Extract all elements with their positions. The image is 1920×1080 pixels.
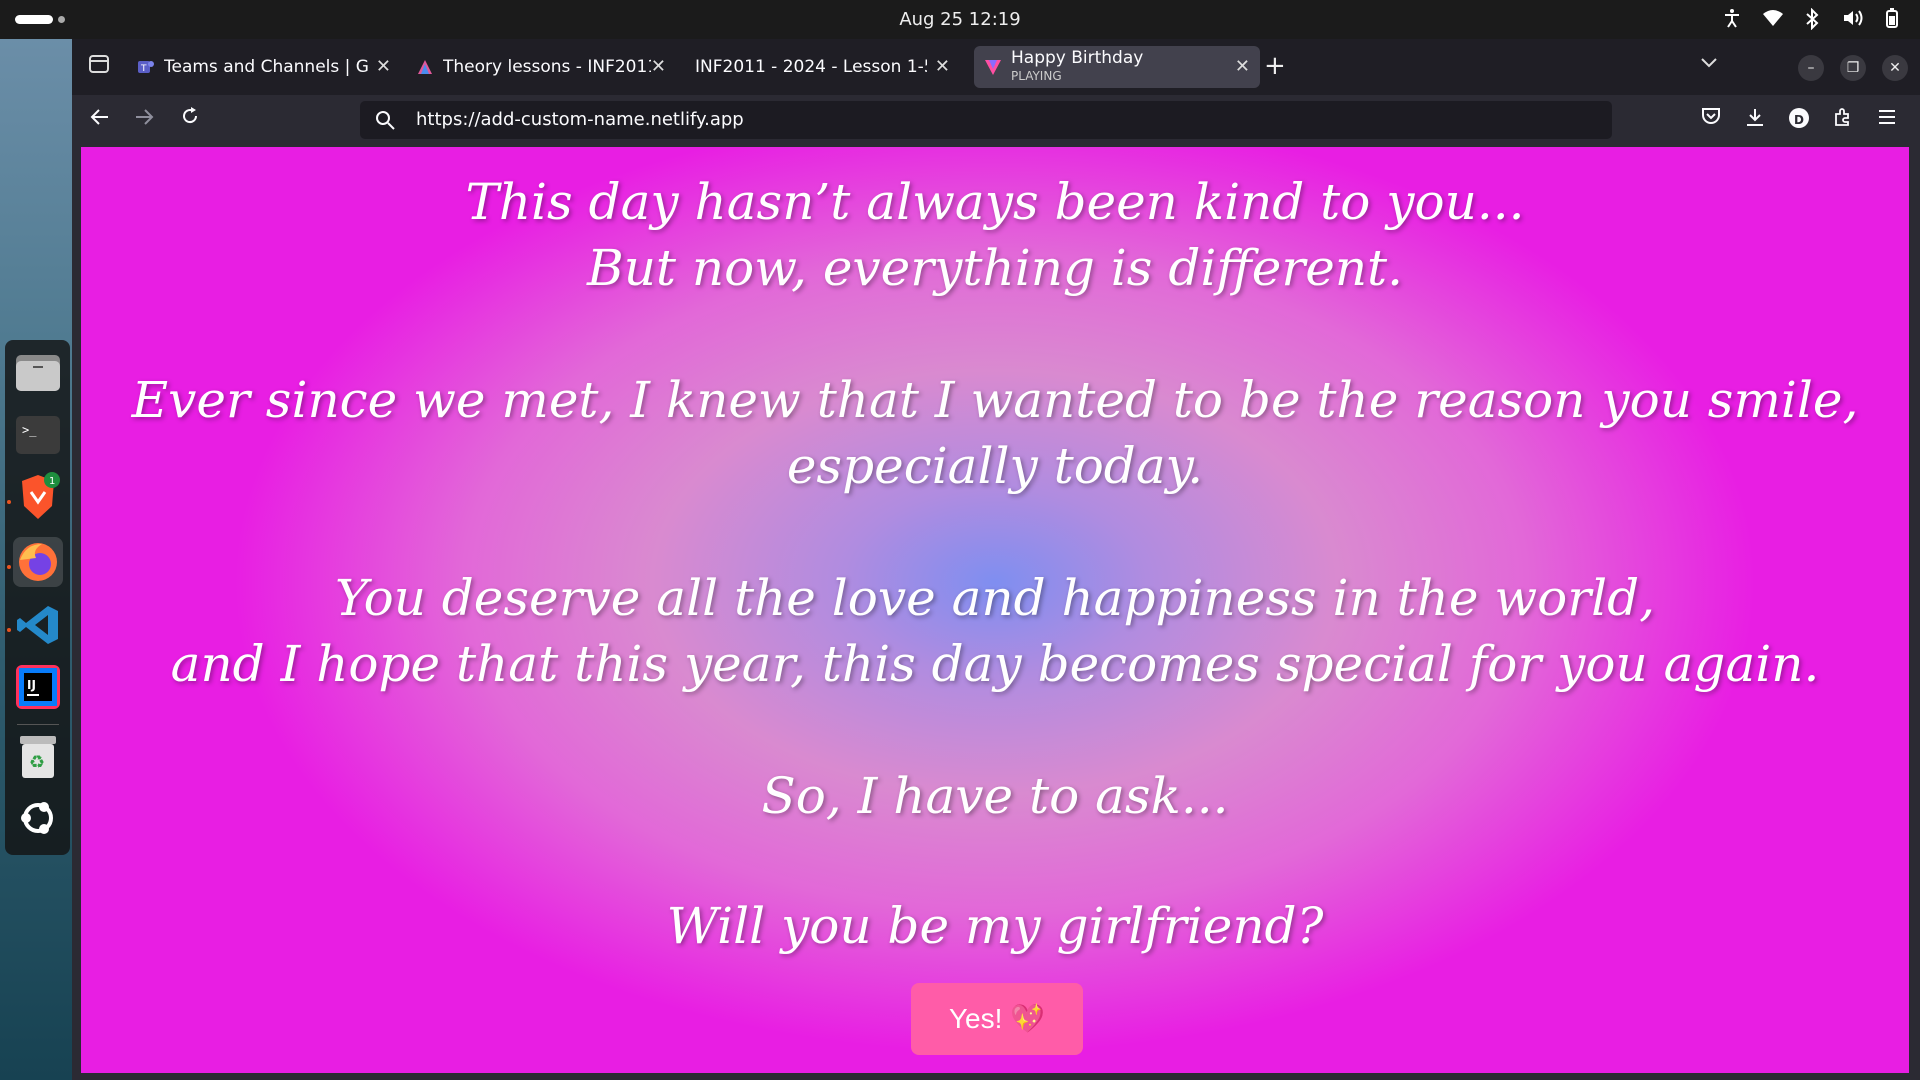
list-all-tabs-button[interactable]	[1700, 53, 1718, 74]
dock-terminal[interactable]: >_	[13, 410, 63, 460]
url-text[interactable]: https://add-custom-name.netlify.app	[416, 109, 744, 130]
avatar-initial: D	[1794, 113, 1804, 127]
message-line: You deserve all the love and happiness i…	[334, 569, 1656, 627]
birthday-icon	[985, 60, 1001, 75]
downloads-button[interactable]	[1742, 107, 1768, 133]
tab-overview-button[interactable]	[84, 53, 114, 83]
close-tab-icon[interactable]: ✕	[376, 56, 391, 77]
terminal-icon: >_	[16, 416, 60, 454]
svg-text:♻: ♻	[29, 752, 45, 773]
puzzle-icon	[1835, 108, 1849, 126]
battery-icon[interactable]	[1882, 8, 1902, 30]
forward-button[interactable]	[130, 106, 158, 134]
navigation-toolbar: https://add-custom-name.netlify.app D	[72, 95, 1920, 145]
svg-text:1: 1	[49, 476, 55, 487]
ubuntu-apps-icon	[21, 802, 53, 834]
reload-icon	[183, 107, 198, 124]
svg-text:T: T	[140, 64, 147, 74]
accessibility-icon[interactable]	[1722, 8, 1742, 30]
tab-inf2011-lesson[interactable]: INF2011 - 2024 - Lesson 1-5-l ✕	[685, 46, 960, 88]
brave-running-indicator	[7, 500, 11, 504]
system-clock[interactable]: Aug 25 12:19	[0, 9, 1920, 30]
teams-icon: T	[138, 61, 154, 74]
back-arrow-icon	[90, 109, 108, 125]
account-button[interactable]: D	[1786, 107, 1812, 133]
chevron-down-icon	[1701, 58, 1717, 68]
close-tab-icon[interactable]: ✕	[1235, 56, 1250, 77]
address-bar[interactable]: https://add-custom-name.netlify.app	[360, 101, 1612, 139]
dock-intellij[interactable]: IJ	[13, 662, 63, 712]
dock-brave[interactable]: 1	[13, 472, 63, 522]
tab-teams[interactable]: T Teams and Channels | Ger ✕	[127, 46, 401, 88]
svg-text:>_: >_	[22, 423, 37, 437]
dock-vscode[interactable]	[13, 600, 63, 650]
forward-arrow-icon	[136, 109, 154, 125]
message-line: and I hope that this year, this day beco…	[170, 635, 1820, 693]
svg-text:IJ: IJ	[27, 678, 36, 692]
pocket-button[interactable]	[1698, 107, 1724, 133]
yes-button[interactable]: Yes! 💖	[911, 983, 1083, 1055]
system-top-bar: Aug 25 12:19	[0, 0, 1920, 39]
close-window-button[interactable]: ✕	[1882, 55, 1908, 81]
pocket-icon	[1702, 108, 1720, 124]
firefox-window: T Teams and Channels | Ger ✕ Theory less…	[72, 39, 1920, 1080]
tab-bar: T Teams and Channels | Ger ✕ Theory less…	[72, 39, 1920, 95]
intellij-icon: IJ	[16, 665, 60, 709]
app-menu-button[interactable]	[1874, 107, 1900, 133]
wifi-icon[interactable]	[1762, 8, 1783, 30]
vscode-icon	[17, 606, 58, 644]
close-tab-icon[interactable]: ✕	[935, 56, 950, 77]
tab-theory-lessons[interactable]: Theory lessons - INF2011 ✕	[406, 46, 676, 88]
system-status-icons[interactable]	[1722, 7, 1902, 31]
reload-button[interactable]	[176, 106, 204, 134]
desktop-wallpaper: >_ 1 IJ ♻	[0, 39, 72, 1080]
firefox-running-indicator	[7, 565, 11, 569]
minimize-button[interactable]: –	[1798, 55, 1824, 81]
dock-files[interactable]	[13, 348, 63, 398]
tab-happy-birthday[interactable]: Happy Birthday PLAYING ✕	[974, 46, 1260, 88]
brave-icon: 1	[22, 472, 60, 519]
dock-separator	[17, 724, 59, 725]
vscode-running-indicator	[7, 628, 11, 632]
search-icon	[376, 111, 395, 130]
volume-icon[interactable]	[1842, 8, 1863, 30]
bluetooth-icon[interactable]	[1802, 7, 1822, 31]
dock-trash[interactable]: ♻	[13, 732, 63, 782]
new-tab-button[interactable]: +	[1264, 51, 1286, 81]
dock-show-apps[interactable]	[13, 793, 63, 843]
page-content: This day hasn’t always been kind to you.…	[81, 147, 1909, 1073]
theory-icon	[418, 60, 432, 74]
close-tab-icon[interactable]: ✕	[651, 56, 666, 77]
firefox-view-icon	[89, 55, 109, 73]
restore-button[interactable]: ❐	[1840, 55, 1866, 81]
message-line: especially today.	[786, 437, 1204, 495]
message-line: Ever since we met, I knew that I wanted …	[131, 371, 1859, 429]
message-line: But now, everything is different.	[586, 239, 1404, 297]
dock-firefox[interactable]	[13, 537, 63, 587]
message-line: So, I have to ask...	[761, 767, 1229, 825]
question-line: Will you be my girlfriend?	[666, 897, 1324, 955]
message-line: This day hasn’t always been kind to you.…	[465, 173, 1525, 231]
download-icon	[1747, 109, 1763, 126]
trash-icon: ♻	[20, 736, 56, 778]
firefox-icon	[19, 543, 57, 581]
dock: >_ 1 IJ ♻	[5, 340, 70, 855]
extensions-button[interactable]	[1830, 107, 1856, 133]
back-button[interactable]	[86, 106, 114, 134]
files-icon	[16, 355, 60, 391]
hamburger-menu-icon	[1879, 110, 1895, 124]
